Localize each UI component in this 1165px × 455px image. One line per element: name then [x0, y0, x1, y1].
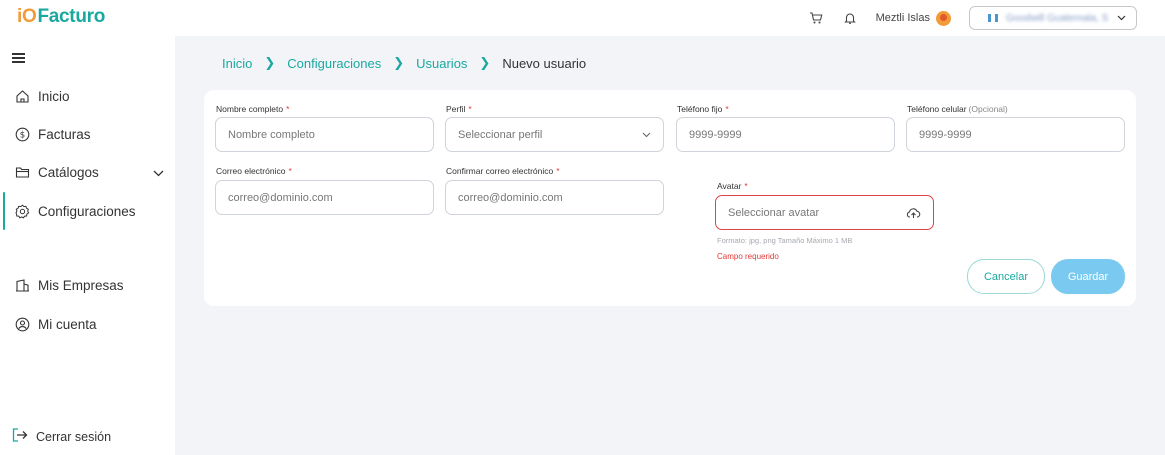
user-menu[interactable]: Meztli Islas — [875, 10, 951, 26]
chevron-right-icon: ❯ — [393, 55, 405, 70]
svg-text:$: $ — [19, 130, 24, 140]
perfil-label: Perfil * — [446, 104, 472, 114]
active-indicator — [3, 192, 5, 230]
confirmar-correo-label: Confirmar correo electrónico * — [446, 166, 560, 176]
breadcrumb-configuraciones[interactable]: Configuraciones — [287, 56, 381, 71]
cancel-button[interactable]: Cancelar — [967, 259, 1045, 294]
company-name: Goodwill Guatemala, S.A. — [1006, 12, 1109, 24]
sidebar-item-label: Inicio — [38, 88, 70, 104]
chevron-right-icon: ❯ — [264, 55, 276, 70]
correo-placeholder: correo@dominio.com — [228, 191, 333, 204]
breadcrumb-usuarios[interactable]: Usuarios — [416, 56, 467, 71]
telefono-fijo-input[interactable]: 9999-9999 — [676, 117, 895, 152]
avatar-file-input[interactable]: Seleccionar avatar — [715, 195, 934, 230]
brand-logo-mark: iO — [17, 6, 37, 27]
top-bar: iOFacturo Meztli Islas Goodwill Guatemal… — [0, 0, 1165, 36]
correo-input[interactable]: correo@dominio.com — [215, 180, 434, 215]
cart-icon[interactable] — [808, 10, 824, 26]
logout-icon — [12, 428, 28, 445]
chevron-down-icon — [1117, 13, 1126, 24]
cloud-upload-icon[interactable] — [906, 207, 921, 219]
chevron-right-icon: ❯ — [479, 55, 491, 70]
sidebar-item-mis-empresas[interactable]: Mis Empresas — [14, 277, 164, 293]
folder-icon — [14, 164, 30, 180]
perfil-placeholder: Seleccionar perfil — [458, 128, 543, 141]
avatar — [936, 10, 951, 26]
sidebar-item-label: Facturas — [38, 126, 91, 142]
nombre-label: Nombre completo * — [216, 104, 290, 114]
user-circle-icon — [14, 316, 30, 332]
user-name: Meztli Islas — [875, 12, 930, 24]
sidebar-item-label: Configuraciones — [38, 203, 136, 219]
telefono-celular-label: Teléfono celular (Opcional) — [907, 104, 1008, 114]
logout-label: Cerrar sesión — [36, 429, 112, 444]
home-icon — [14, 88, 30, 104]
header-actions: Meztli Islas Goodwill Guatemala, S.A. — [808, 6, 1137, 30]
nombre-placeholder: Nombre completo — [228, 128, 315, 141]
gear-icon — [14, 203, 30, 219]
avatar-placeholder: Seleccionar avatar — [728, 206, 820, 219]
sidebar-item-mi-cuenta[interactable]: Mi cuenta — [14, 316, 164, 332]
new-user-form: Nombre completo * Nombre completo Perfil *… — [204, 90, 1136, 306]
sidebar-item-configuraciones[interactable]: Configuraciones — [14, 203, 164, 219]
logout-button[interactable]: Cerrar sesión — [12, 428, 111, 445]
sidebar-item-inicio[interactable]: Inicio — [14, 88, 164, 104]
confirmar-correo-placeholder: correo@dominio.com — [458, 191, 563, 204]
sidebar-item-label: Catálogos — [38, 164, 99, 180]
avatar-format-hint: Formato: jpg, png Tamaño Máximo 1 MB — [717, 236, 853, 245]
brand-logo[interactable]: iOFacturo — [17, 6, 105, 28]
guatemala-flag-icon — [988, 14, 998, 22]
sidebar-item-label: Mi cuenta — [38, 316, 97, 332]
company-selector[interactable]: Goodwill Guatemala, S.A. — [969, 6, 1137, 30]
avatar-error-message: Campo requerido — [717, 252, 779, 261]
building-icon — [14, 277, 30, 293]
telefono-fijo-placeholder: 9999-9999 — [689, 128, 742, 141]
bell-icon[interactable] — [842, 10, 858, 26]
save-button[interactable]: Guardar — [1051, 259, 1125, 294]
breadcrumb-current: Nuevo usuario — [502, 55, 587, 71]
breadcrumb-inicio[interactable]: Inicio — [222, 56, 252, 71]
correo-label: Correo electrónico * — [216, 166, 292, 176]
sidebar-item-label: Mis Empresas — [38, 277, 124, 293]
chevron-down-icon[interactable] — [153, 165, 164, 180]
chevron-down-icon — [642, 132, 651, 138]
menu-toggle-icon[interactable] — [12, 53, 25, 63]
breadcrumb: Inicio ❯ Configuraciones ❯ Usuarios ❯ Nu… — [222, 55, 586, 71]
perfil-select[interactable]: Seleccionar perfil — [445, 117, 664, 152]
confirmar-correo-input[interactable]: correo@dominio.com — [445, 180, 664, 215]
sidebar-item-facturas[interactable]: $ Facturas — [14, 126, 164, 142]
avatar-label: Avatar * — [717, 181, 748, 191]
sidebar: Inicio $ Facturas Catálogos Configuracio… — [0, 36, 175, 455]
brand-logo-text: Facturo — [37, 6, 106, 27]
dollar-icon: $ — [14, 126, 30, 142]
telefono-celular-placeholder: 9999-9999 — [919, 128, 972, 141]
nombre-input[interactable]: Nombre completo — [215, 117, 434, 152]
telefono-celular-input[interactable]: 9999-9999 — [906, 117, 1125, 152]
sidebar-item-catalogos[interactable]: Catálogos — [14, 164, 164, 180]
main-content: Inicio ❯ Configuraciones ❯ Usuarios ❯ Nu… — [175, 36, 1165, 455]
telefono-fijo-label: Teléfono fijo * — [677, 104, 729, 114]
